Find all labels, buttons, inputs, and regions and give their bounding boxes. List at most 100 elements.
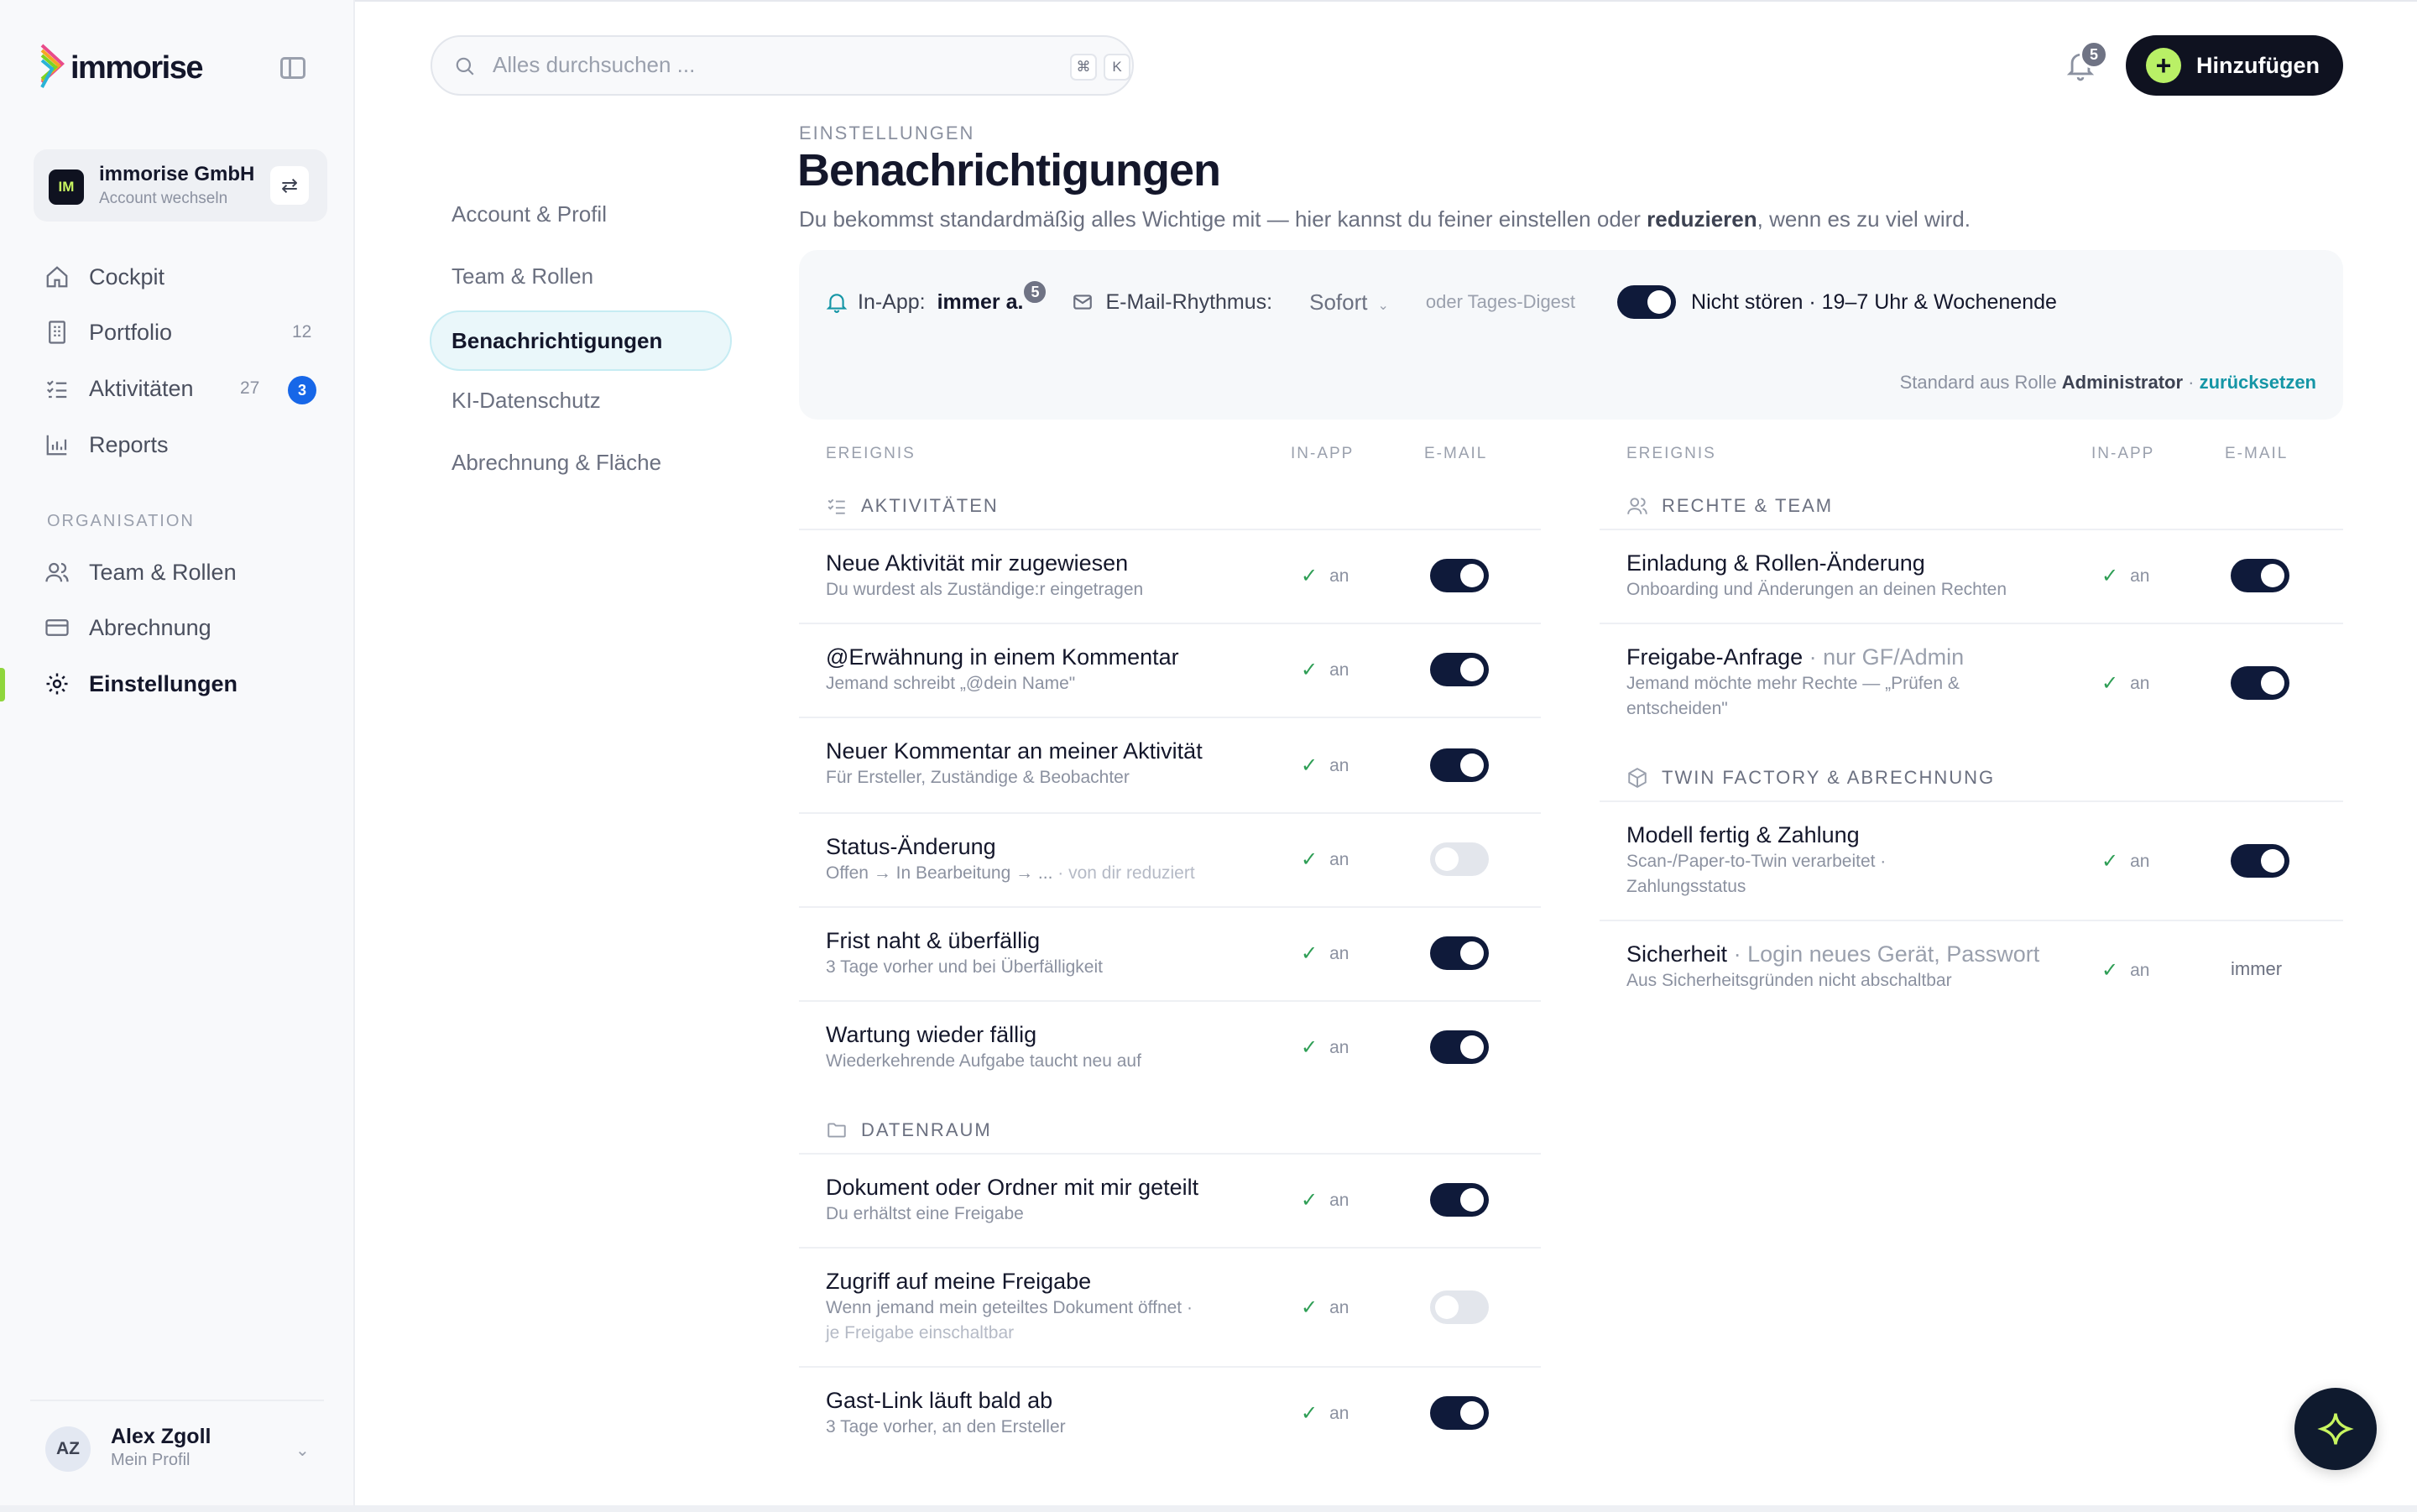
check-icon: ✓ [1301, 1036, 1318, 1059]
subnav-team-roles[interactable]: Team & Rollen [452, 263, 593, 289]
search-bar[interactable]: ⌘ K [431, 35, 1134, 96]
sidebar-collapse-icon[interactable] [280, 57, 305, 79]
user-name: Alex Zgoll [111, 1425, 211, 1448]
list-item: Frist naht & überfällig 3 Tage vorher un… [799, 906, 1541, 1000]
email-toggle[interactable] [1430, 1290, 1489, 1324]
plus-icon: + [2146, 48, 2181, 83]
row-subtitle-note: je Freigabe einschaltbar [826, 1323, 1015, 1343]
row-subtitle: Wenn jemand mein geteiltes Dokument öffn… [826, 1298, 1193, 1317]
account-subtitle: Account wechseln [99, 190, 228, 207]
desc-bold: reduzieren [1647, 206, 1757, 232]
user-profile[interactable]: AZ Alex Zgoll Mein Profil ⌄ [30, 1416, 324, 1480]
user-subtitle: Mein Profil [111, 1451, 191, 1469]
desc-text: Du bekommst standardmäßig alles Wichtige… [799, 206, 1647, 232]
subnav-label: Benachrichtigungen [452, 328, 663, 353]
email-toggle[interactable] [1430, 936, 1489, 970]
sidebar-item-settings[interactable]: Einstellungen [44, 670, 321, 697]
email-toggle[interactable] [2231, 844, 2289, 878]
do-not-disturb-label: Nicht stören · 19–7 Uhr & Wochenende [1691, 289, 2057, 314]
sidebar-item-portfolio[interactable]: Portfolio [44, 319, 321, 346]
row-title: Einladung & Rollen-Änderung [1626, 550, 1925, 576]
email-toggle[interactable] [1430, 1183, 1489, 1217]
users-icon [44, 559, 70, 586]
email-toggle[interactable] [1430, 842, 1489, 876]
sparkle-icon [2317, 1413, 2354, 1445]
preferences-card: In-App: immer a. 5 E-Mail-Rhythmus: Sofo… [799, 250, 2343, 420]
row-subtitle: Offen → In Bearbeitung → ... · von dir r… [826, 861, 1195, 886]
gear-icon [44, 670, 70, 697]
email-toggle[interactable] [2231, 559, 2289, 592]
sidebar-item-billing[interactable]: Abrechnung [44, 614, 321, 641]
list-item: Sicherheit · Login neues Gerät, Passwort… [1600, 920, 2343, 1014]
sidebar-item-reports[interactable]: Reports [44, 431, 321, 458]
inapp-status: ✓ an [1301, 1401, 1349, 1426]
group-title: TWIN FACTORY & ABRECHNUNG [1662, 767, 1996, 788]
list-item: Einladung & Rollen-Änderung Onboarding u… [1600, 529, 2343, 623]
check-icon: ✓ [1301, 1296, 1318, 1319]
search-input[interactable] [493, 52, 996, 78]
email-toggle[interactable] [2231, 666, 2289, 700]
role-prefix: Standard aus Rolle [1899, 372, 2062, 393]
col-email: E-MAIL [1424, 445, 1488, 462]
inapp-status: ✓ an [1301, 1188, 1349, 1212]
sidebar-item-cockpit[interactable]: Cockpit [44, 263, 321, 290]
email-toggle[interactable] [1430, 1030, 1489, 1064]
group-dataroom: DATENRAUM [826, 1119, 992, 1141]
chevron-down-icon[interactable]: ⌄ [295, 1440, 310, 1461]
col-inapp: IN-APP [2091, 445, 2155, 462]
mail-rhythm-select[interactable]: Sofort ⌄ [1309, 289, 1389, 315]
notification-count-badge: 5 [2080, 40, 2108, 69]
inapp-value: an [1329, 849, 1349, 869]
row-subtitle: Du wurdest als Zuständige:r eingetragen [826, 580, 1144, 599]
add-button[interactable]: + Hinzufügen [2126, 35, 2343, 96]
do-not-disturb-toggle[interactable] [1617, 285, 1677, 319]
row-subtitle: Onboarding und Änderungen an deinen Rech… [1626, 580, 2007, 599]
search-icon [456, 57, 474, 76]
ai-assistant-button[interactable] [2294, 1388, 2377, 1470]
inapp-value: an [1329, 1190, 1349, 1210]
row-subtitle-cont: Zahlungsstatus [1626, 877, 1746, 896]
list-item: Zugriff auf meine Freigabe Wenn jemand m… [799, 1247, 1541, 1366]
bell-icon [826, 294, 848, 313]
mail-icon [1073, 295, 1093, 310]
inapp-value: an [1329, 1403, 1349, 1423]
inapp-status: ✓ an [1301, 753, 1349, 778]
digest-option[interactable]: oder Tages-Digest [1426, 291, 1575, 313]
row-title-text: Freigabe-Anfrage [1626, 644, 1804, 670]
folder-icon [827, 1123, 846, 1138]
page-title: Benachrichtigungen [797, 145, 1221, 196]
account-switcher[interactable]: IM immorise GmbH Account wechseln ⇄ [34, 149, 327, 222]
users-icon [1627, 498, 1647, 514]
email-toggle[interactable] [1430, 1396, 1489, 1430]
subnav-account-profile[interactable]: Account & Profil [452, 201, 607, 227]
list-item: @Erwähnung in einem Kommentar Jemand sch… [799, 623, 1541, 717]
sidebar-item-label: Team & Rollen [89, 559, 237, 585]
add-button-label: Hinzufügen [2196, 52, 2320, 78]
cube-icon [1628, 768, 1647, 788]
inapp-value: an [1329, 1037, 1349, 1057]
role-separator: · [2183, 372, 2200, 393]
switch-arrows-icon[interactable]: ⇄ [270, 166, 309, 205]
sidebar-item-team[interactable]: Team & Rollen [44, 559, 321, 586]
sidebar-item-label: Aktivitäten [89, 375, 194, 401]
group-title: AKTIVITÄTEN [861, 495, 999, 516]
email-toggle[interactable] [1430, 559, 1489, 592]
subnav-billing-area[interactable]: Abrechnung & Fläche [452, 450, 661, 476]
email-always: immer [2231, 958, 2283, 979]
list-item: Wartung wieder fällig Wiederkehrende Auf… [799, 1000, 1541, 1094]
inapp-value: an [1329, 943, 1349, 963]
row-subtitle: Jemand möchte mehr Rechte — „Prüfen & [1626, 674, 1960, 693]
row-title-note: · Login neues Gerät, Passwort [1727, 941, 2040, 967]
email-toggle[interactable] [1430, 653, 1489, 686]
inapp-status: ✓ an [1301, 1035, 1349, 1060]
subnav-ai-privacy[interactable]: KI-Datenschutz [452, 388, 601, 414]
reset-link[interactable]: zurücksetzen [2200, 372, 2316, 393]
subnav-notifications[interactable]: Benachrichtigungen [430, 310, 732, 371]
logo[interactable]: immorise [40, 44, 203, 92]
sidebar-item-label: Abrechnung [89, 614, 211, 640]
sidebar-item-activities[interactable]: Aktivitäten [44, 375, 321, 402]
row-title: @Erwähnung in einem Kommentar [826, 644, 1179, 670]
bar-chart-icon [44, 431, 70, 458]
bottom-border [0, 1505, 2417, 1512]
email-toggle[interactable] [1430, 748, 1489, 782]
